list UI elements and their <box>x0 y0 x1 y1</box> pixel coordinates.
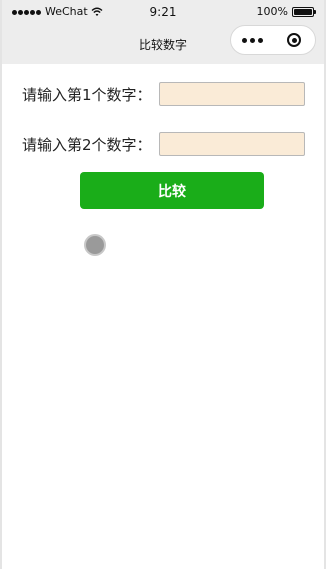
more-menu-button[interactable] <box>231 26 273 54</box>
compare-button[interactable]: 比较 <box>80 172 264 209</box>
status-bar: WeChat 9:21 100% <box>2 0 324 24</box>
phone-screen: WeChat 9:21 100% 比较数字 请输入第1个数字： 请输入第2个数字… <box>0 0 326 569</box>
number1-row: 请输入第1个数字： <box>22 82 306 106</box>
number2-label: 请输入第2个数字： <box>22 135 152 154</box>
mini-program-capsule <box>230 25 316 55</box>
status-right: 100% <box>256 5 316 18</box>
close-mini-program-button[interactable] <box>273 26 315 54</box>
number1-label: 请输入第1个数字： <box>22 85 152 104</box>
number2-input[interactable] <box>159 132 305 156</box>
number2-row: 请输入第2个数字： <box>22 132 306 156</box>
floating-touch-indicator <box>84 234 106 256</box>
navigation-bar: 比较数字 <box>2 24 324 64</box>
more-dots-icon <box>241 37 247 43</box>
number1-input[interactable] <box>159 82 305 106</box>
close-circle-icon <box>287 33 301 47</box>
battery-percent: 100% <box>256 5 288 18</box>
battery-icon <box>292 7 316 17</box>
